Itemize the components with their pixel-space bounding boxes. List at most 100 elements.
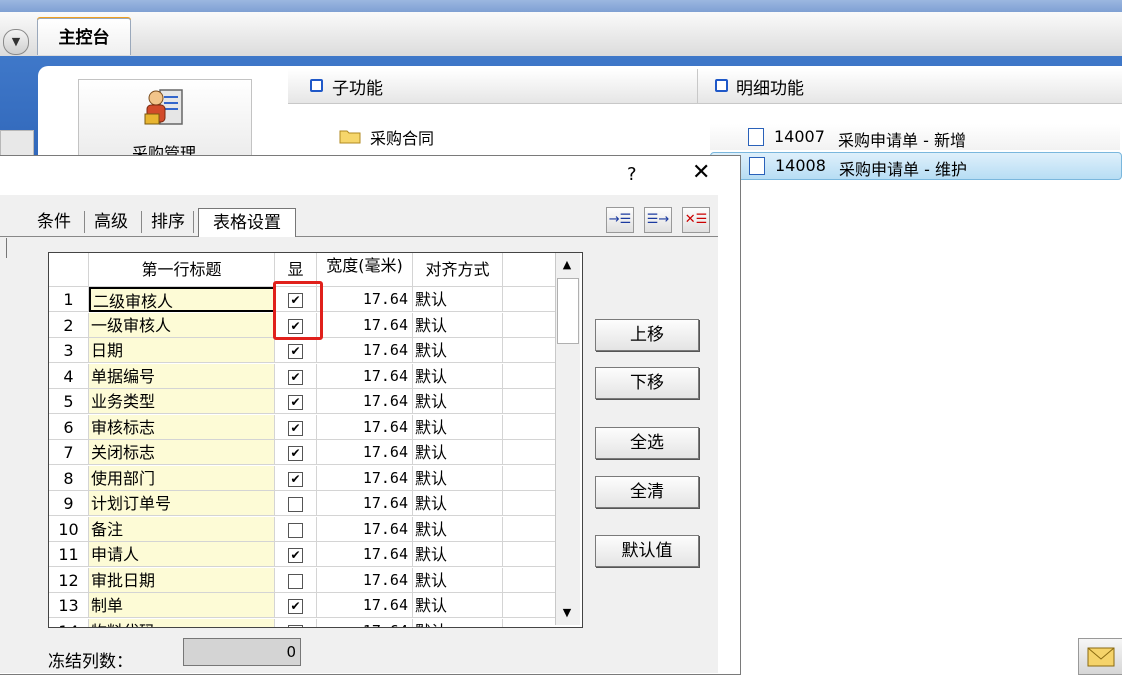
- tab-grid-settings[interactable]: 表格设置: [198, 208, 296, 237]
- row-width[interactable]: 17.64: [317, 313, 413, 338]
- freeze-columns-input[interactable]: 0: [183, 638, 301, 666]
- checked-checkbox[interactable]: ✔: [288, 472, 303, 487]
- row-align[interactable]: 默认: [413, 491, 503, 516]
- detail-item[interactable]: 14007 采购申请单 - 新增: [710, 124, 1120, 150]
- row-show-checkbox[interactable]: [275, 619, 317, 627]
- row-align[interactable]: 默认: [413, 517, 503, 542]
- row-width[interactable]: 17.64: [317, 338, 413, 363]
- row-title[interactable]: 单据编号: [89, 364, 275, 389]
- scrollbar-thumb[interactable]: [557, 278, 579, 344]
- tab-sort[interactable]: 排序: [146, 208, 190, 235]
- select-all-button[interactable]: 全选: [595, 427, 699, 459]
- row-width[interactable]: 17.64: [317, 440, 413, 465]
- header-title: 第一行标题: [89, 253, 275, 287]
- row-show-checkbox[interactable]: ✔: [275, 440, 317, 465]
- title-strip: [0, 0, 1122, 12]
- row-width[interactable]: 17.64: [317, 542, 413, 567]
- chevron-down-icon[interactable]: ▼: [3, 29, 29, 55]
- checked-checkbox[interactable]: ✔: [288, 395, 303, 410]
- row-title[interactable]: 二级审核人: [89, 287, 275, 312]
- row-show-checkbox[interactable]: ✔: [275, 415, 317, 440]
- row-title[interactable]: 物料代码: [89, 619, 275, 627]
- tab-conditions[interactable]: 条件: [32, 208, 76, 235]
- unchecked-checkbox[interactable]: [288, 523, 303, 538]
- row-align[interactable]: 默认: [413, 568, 503, 593]
- checked-checkbox[interactable]: ✔: [288, 370, 303, 385]
- delete-column-icon[interactable]: ✕☰: [682, 207, 710, 233]
- row-align[interactable]: 默认: [413, 313, 503, 338]
- row-align[interactable]: 默认: [413, 364, 503, 389]
- row-show-checkbox[interactable]: ✔: [275, 542, 317, 567]
- row-title[interactable]: 日期: [89, 338, 275, 363]
- move-down-button[interactable]: 下移: [595, 367, 699, 399]
- tab-main-console[interactable]: 主控台: [37, 18, 131, 55]
- checked-checkbox[interactable]: ✔: [288, 344, 303, 359]
- checked-checkbox[interactable]: ✔: [288, 548, 303, 563]
- unchecked-checkbox[interactable]: [288, 497, 303, 512]
- row-title[interactable]: 审核标志: [89, 415, 275, 440]
- row-width[interactable]: 17.64: [317, 287, 413, 312]
- row-align[interactable]: 默认: [413, 593, 503, 618]
- row-title[interactable]: 使用部门: [89, 466, 275, 491]
- row-filler: [503, 619, 558, 627]
- row-title[interactable]: 审批日期: [89, 568, 275, 593]
- row-width[interactable]: 17.64: [317, 619, 413, 627]
- append-column-icon[interactable]: ☰→: [644, 207, 672, 233]
- header-filler: [503, 253, 558, 287]
- row-index: 10: [49, 517, 89, 542]
- detail-item-selected[interactable]: 14008 采购申请单 - 维护: [710, 152, 1122, 180]
- unchecked-checkbox[interactable]: [288, 625, 303, 627]
- close-icon[interactable]: ✕: [692, 160, 710, 185]
- row-title[interactable]: 一级审核人: [89, 313, 275, 338]
- row-title[interactable]: 制单: [89, 593, 275, 618]
- row-width[interactable]: 17.64: [317, 466, 413, 491]
- row-width[interactable]: 17.64: [317, 593, 413, 618]
- row-align[interactable]: 默认: [413, 338, 503, 363]
- row-align[interactable]: 默认: [413, 415, 503, 440]
- row-width[interactable]: 17.64: [317, 517, 413, 542]
- row-align[interactable]: 默认: [413, 389, 503, 414]
- row-show-checkbox[interactable]: ✔: [275, 466, 317, 491]
- unchecked-checkbox[interactable]: [288, 574, 303, 589]
- row-index: 1: [49, 287, 89, 312]
- row-show-checkbox[interactable]: ✔: [275, 338, 317, 363]
- row-show-checkbox[interactable]: ✔: [275, 389, 317, 414]
- row-show-checkbox[interactable]: [275, 517, 317, 542]
- row-filler: [503, 364, 558, 389]
- detail-name: 采购申请单 - 新增: [838, 131, 966, 150]
- row-show-checkbox[interactable]: ✔: [275, 364, 317, 389]
- checked-checkbox[interactable]: ✔: [288, 599, 303, 614]
- row-width[interactable]: 17.64: [317, 389, 413, 414]
- mail-button[interactable]: [1078, 638, 1122, 675]
- row-width[interactable]: 17.64: [317, 415, 413, 440]
- move-up-button[interactable]: 上移: [595, 319, 699, 351]
- row-show-checkbox[interactable]: [275, 568, 317, 593]
- row-title[interactable]: 计划订单号: [89, 491, 275, 516]
- row-show-checkbox[interactable]: ✔: [275, 593, 317, 618]
- row-filler: [503, 440, 558, 465]
- row-title[interactable]: 关闭标志: [89, 440, 275, 465]
- insert-column-icon[interactable]: →☰: [606, 207, 634, 233]
- clear-all-button[interactable]: 全清: [595, 476, 699, 508]
- row-width[interactable]: 17.64: [317, 568, 413, 593]
- row-align[interactable]: 默认: [413, 466, 503, 491]
- subfunction-item[interactable]: 采购合同: [370, 125, 434, 149]
- tab-advanced[interactable]: 高级: [89, 208, 133, 235]
- help-button[interactable]: ?: [627, 164, 637, 185]
- row-title[interactable]: 备注: [89, 517, 275, 542]
- checked-checkbox[interactable]: ✔: [288, 446, 303, 461]
- row-align[interactable]: 默认: [413, 287, 503, 312]
- row-title[interactable]: 申请人: [89, 542, 275, 567]
- row-width[interactable]: 17.64: [317, 364, 413, 389]
- row-align[interactable]: 默认: [413, 542, 503, 567]
- square-bullet-icon: [310, 79, 323, 92]
- default-button[interactable]: 默认值: [595, 535, 699, 567]
- row-title[interactable]: 业务类型: [89, 389, 275, 414]
- row-width[interactable]: 17.64: [317, 491, 413, 516]
- row-align[interactable]: 默认: [413, 619, 503, 627]
- checked-checkbox[interactable]: ✔: [288, 421, 303, 436]
- row-align[interactable]: 默认: [413, 440, 503, 465]
- scroll-down-arrow-icon[interactable]: ▼: [556, 602, 578, 624]
- row-show-checkbox[interactable]: [275, 491, 317, 516]
- scroll-up-arrow-icon[interactable]: ▲: [556, 254, 578, 276]
